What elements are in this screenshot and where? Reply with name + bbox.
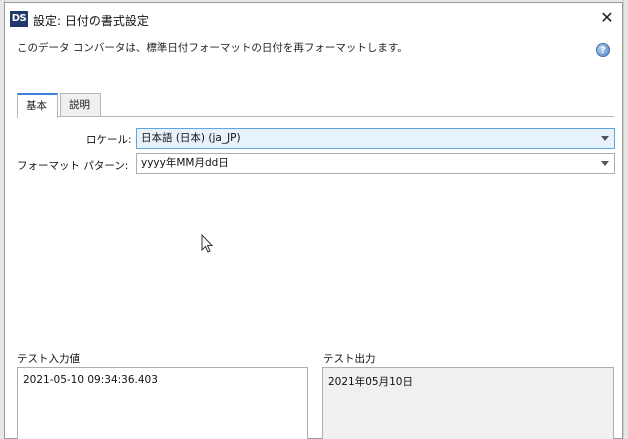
locale-dropdown[interactable]: 日本語 (日本) (ja_JP) [136,128,615,149]
test-output-value: 2021年05月10日 [328,376,413,388]
date-format-settings-dialog: DS 設定: 日付の書式設定 ✕ このデータ コンバータは、標準日付フォーマット… [4,2,623,439]
chevron-down-icon [601,161,609,166]
close-button[interactable]: ✕ [596,7,618,29]
test-input-field[interactable]: 2021-05-10 09:34:36.403 [17,367,308,439]
locale-value: 日本語 (日本) (ja_JP) [141,132,241,144]
tab-basic[interactable]: 基本 [17,93,58,118]
window-title: 設定: 日付の書式設定 [33,14,149,28]
chevron-down-icon [601,136,609,141]
background-app-right [623,0,628,439]
locale-label: ロケール: [86,134,132,146]
test-output-field: 2021年05月10日 [322,367,614,439]
format-pattern-label: フォーマット パターン: [17,160,129,172]
help-icon[interactable]: ? [596,43,610,57]
format-pattern-combobox[interactable]: yyyy年MM月dd日 [136,153,615,174]
mouse-pointer-icon [201,234,214,253]
converter-description: このデータ コンバータは、標準日付フォーマットの日付を再フォーマットします。 [17,42,408,54]
app-logo-icon: DS [10,11,28,27]
test-output-label: テスト出力 [323,353,376,365]
test-input-label: テスト入力値 [17,353,80,365]
tab-description[interactable]: 説明 [60,93,101,117]
tab-divider [17,116,614,117]
test-input-value: 2021-05-10 09:34:36.403 [23,374,158,386]
titlebar: DS 設定: 日付の書式設定 ✕ [5,3,622,33]
format-pattern-value: yyyy年MM月dd日 [141,157,229,169]
